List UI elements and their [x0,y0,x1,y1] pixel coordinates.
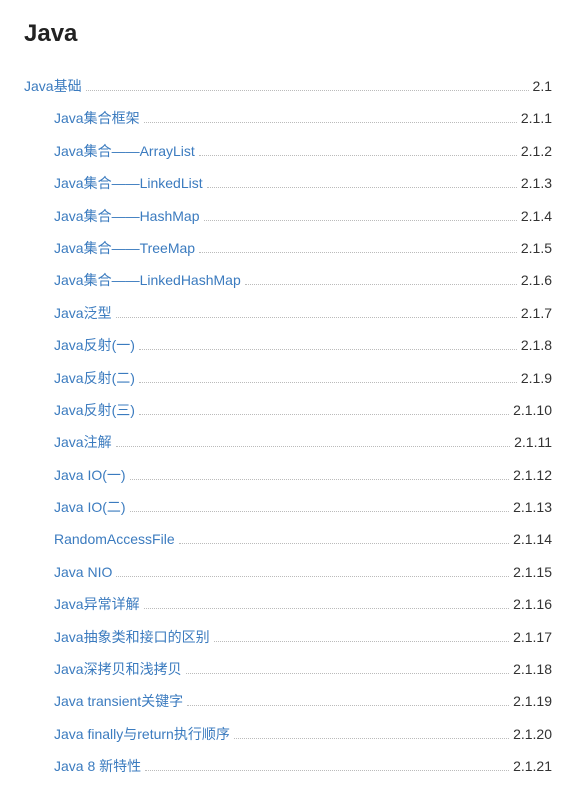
page-title: Java [24,20,552,48]
toc-number: 2.1.11 [514,431,552,453]
toc-link[interactable]: Java基础 [24,75,82,97]
toc-number: 2.1.6 [521,269,552,291]
toc-link[interactable]: Java NIO [54,561,112,583]
toc-row: Java注解 2.1.11 [24,426,552,458]
toc-dots [144,122,517,123]
toc-number: 2.1.7 [521,302,552,324]
toc-link[interactable]: Java反射(一) [54,334,135,356]
toc-row: Java基础 2.1 [24,70,552,102]
toc-dots [116,317,517,318]
toc-number: 2.1.4 [521,205,552,227]
toc-number: 2.1 [533,75,552,97]
toc-dots [144,608,509,609]
table-of-contents: Java基础 2.1 Java集合框架 2.1.1 Java集合——ArrayList 2… [24,70,552,783]
toc-dots [204,220,517,221]
toc-number: 2.1.21 [513,755,552,777]
toc-dots [207,187,517,188]
toc-number: 2.1.5 [521,237,552,259]
toc-link[interactable]: Java集合——LinkedHashMap [54,269,241,291]
toc-dots [139,382,517,383]
toc-link[interactable]: Java transient关键字 [54,690,183,712]
toc-link[interactable]: Java反射(二) [54,367,135,389]
toc-dots [234,738,509,739]
toc-link[interactable]: Java 8 新特性 [54,755,141,777]
toc-row: Java反射(二) 2.1.9 [24,362,552,394]
toc-row: RandomAccessFile 2.1.14 [24,523,552,555]
toc-number: 2.1.1 [521,107,552,129]
toc-row: Java异常详解 2.1.16 [24,588,552,620]
toc-row: Java集合——TreeMap 2.1.5 [24,232,552,264]
toc-row: Java集合框架 2.1.1 [24,102,552,134]
toc-row: Java NIO 2.1.15 [24,556,552,588]
toc-link[interactable]: Java深拷贝和浅拷贝 [54,658,182,680]
toc-number: 2.1.13 [513,496,552,518]
toc-link[interactable]: Java IO(一) [54,464,126,486]
toc-number: 2.1.2 [521,140,552,162]
toc-row: Java IO(二) 2.1.13 [24,491,552,523]
toc-number: 2.1.3 [521,172,552,194]
toc-dots [245,284,517,285]
toc-dots [130,479,509,480]
toc-link[interactable]: Java集合——ArrayList [54,140,195,162]
toc-link[interactable]: Java集合——HashMap [54,205,200,227]
toc-dots [179,543,509,544]
toc-link[interactable]: Java反射(三) [54,399,135,421]
toc-row: Java抽象类和接口的区别 2.1.17 [24,621,552,653]
toc-link[interactable]: Java IO(二) [54,496,126,518]
toc-link[interactable]: Java集合——LinkedList [54,172,203,194]
toc-link[interactable]: Java finally与return执行顺序 [54,723,230,745]
toc-link[interactable]: RandomAccessFile [54,528,175,550]
toc-dots [116,576,509,577]
toc-dots [86,90,529,91]
toc-row: Java深拷贝和浅拷贝 2.1.18 [24,653,552,685]
toc-dots [139,349,517,350]
toc-number: 2.1.20 [513,723,552,745]
toc-number: 2.1.18 [513,658,552,680]
toc-number: 2.1.12 [513,464,552,486]
toc-dots [139,414,509,415]
toc-link[interactable]: Java集合框架 [54,107,140,129]
toc-link[interactable]: Java异常详解 [54,593,140,615]
toc-number: 2.1.9 [521,367,552,389]
toc-row: Java集合——LinkedHashMap 2.1.6 [24,264,552,296]
toc-row: Java集合——ArrayList 2.1.2 [24,135,552,167]
toc-row: Java finally与return执行顺序 2.1.20 [24,718,552,750]
toc-number: 2.1.10 [513,399,552,421]
toc-link[interactable]: Java注解 [54,431,112,453]
toc-number: 2.1.14 [513,528,552,550]
toc-dots [145,770,509,771]
toc-dots [199,155,517,156]
toc-link[interactable]: Java抽象类和接口的区别 [54,626,210,648]
toc-row: Java反射(三) 2.1.10 [24,394,552,426]
toc-row: Java 8 新特性 2.1.21 [24,750,552,782]
toc-link[interactable]: Java集合——TreeMap [54,237,195,259]
toc-number: 2.1.17 [513,626,552,648]
toc-row: Java IO(一) 2.1.12 [24,459,552,491]
toc-row: Java泛型 2.1.7 [24,297,552,329]
toc-dots [186,673,509,674]
toc-number: 2.1.16 [513,593,552,615]
toc-dots [199,252,517,253]
toc-dots [214,641,509,642]
toc-row: Java反射(一) 2.1.8 [24,329,552,361]
toc-row: Java集合——LinkedList 2.1.3 [24,167,552,199]
toc-dots [187,705,509,706]
toc-row: Java集合——HashMap 2.1.4 [24,200,552,232]
toc-dots [130,511,509,512]
toc-row: Java transient关键字 2.1.19 [24,685,552,717]
toc-dots [116,446,511,447]
toc-number: 2.1.8 [521,334,552,356]
toc-number: 2.1.19 [513,690,552,712]
toc-number: 2.1.15 [513,561,552,583]
toc-link[interactable]: Java泛型 [54,302,112,324]
